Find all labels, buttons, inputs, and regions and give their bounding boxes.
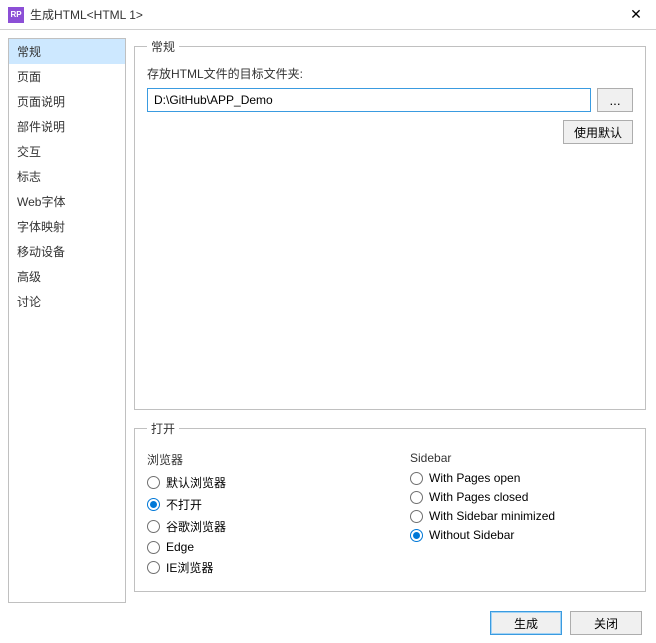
radio-icon bbox=[147, 498, 160, 511]
sidebar-opt-label: With Pages closed bbox=[429, 490, 528, 504]
sidebar-opt-label: Without Sidebar bbox=[429, 528, 514, 542]
sidebar-item-0[interactable]: 常规 bbox=[9, 39, 125, 64]
sidebar-item-1[interactable]: 页面 bbox=[9, 64, 125, 89]
sidebar-item-6[interactable]: Web字体 bbox=[9, 189, 125, 214]
path-label: 存放HTML文件的目标文件夹: bbox=[147, 65, 633, 82]
sidebar-opt-label: With Pages open bbox=[429, 471, 520, 485]
use-default-button[interactable]: 使用默认 bbox=[563, 120, 633, 144]
legend-open: 打开 bbox=[147, 420, 179, 437]
sidebar-opt-option-1[interactable]: With Pages closed bbox=[410, 490, 633, 504]
default-row: 使用默认 bbox=[147, 120, 633, 144]
browser-label: 默认浏览器 bbox=[166, 474, 226, 491]
titlebar: RP 生成HTML<HTML 1> ✕ bbox=[0, 0, 656, 30]
sidebar-opt-option-0[interactable]: With Pages open bbox=[410, 471, 633, 485]
browser-title: 浏览器 bbox=[147, 451, 370, 468]
sidebar-item-3[interactable]: 部件说明 bbox=[9, 114, 125, 139]
app-icon: RP bbox=[8, 7, 24, 23]
radio-icon bbox=[410, 491, 423, 504]
radio-icon bbox=[410, 529, 423, 542]
col-browser: 浏览器 默认浏览器不打开谷歌浏览器 Edge IE浏览器 bbox=[147, 451, 370, 581]
footer: 生成 关闭 bbox=[0, 603, 656, 643]
sidebar-item-8[interactable]: 移动设备 bbox=[9, 239, 125, 264]
radio-icon bbox=[410, 472, 423, 485]
dialog-body: 常规页面页面说明部件说明交互标志Web字体字体映射移动设备高级讨论 常规 存放H… bbox=[0, 30, 656, 603]
browser-label: Edge bbox=[166, 540, 194, 554]
fieldset-open: 打开 浏览器 默认浏览器不打开谷歌浏览器 Edge IE浏览器 Sidebar Wi… bbox=[134, 420, 646, 592]
sidebar-item-10[interactable]: 讨论 bbox=[9, 289, 125, 314]
browser-option-0[interactable]: 默认浏览器 bbox=[147, 474, 370, 491]
sidebar-item-7[interactable]: 字体映射 bbox=[9, 214, 125, 239]
sidebar-item-5[interactable]: 标志 bbox=[9, 164, 125, 189]
browser-label: 不打开 bbox=[166, 496, 202, 513]
path-row: ... bbox=[147, 88, 633, 112]
radio-icon bbox=[410, 510, 423, 523]
fieldset-general: 常规 存放HTML文件的目标文件夹: ... 使用默认 bbox=[134, 38, 646, 410]
legend-general: 常规 bbox=[147, 38, 179, 55]
sidebar-opt-label: With Sidebar minimized bbox=[429, 509, 555, 523]
sidebar-opt-option-2[interactable]: With Sidebar minimized bbox=[410, 509, 633, 523]
radio-icon bbox=[147, 561, 160, 574]
browser-option-1[interactable]: 不打开 bbox=[147, 496, 370, 513]
radio-icon bbox=[147, 541, 160, 554]
sidebar: 常规页面页面说明部件说明交互标志Web字体字体映射移动设备高级讨论 bbox=[8, 38, 126, 603]
browser-option-3[interactable]: Edge bbox=[147, 540, 370, 554]
radio-icon bbox=[147, 476, 160, 489]
browser-label: IE浏览器 bbox=[166, 559, 213, 576]
close-icon[interactable]: ✕ bbox=[624, 6, 648, 23]
radio-icon bbox=[147, 520, 160, 533]
col-sidebar: Sidebar With Pages open With Pages closed… bbox=[410, 451, 633, 581]
generate-button[interactable]: 生成 bbox=[490, 611, 562, 635]
browser-option-4[interactable]: IE浏览器 bbox=[147, 559, 370, 576]
browse-button[interactable]: ... bbox=[597, 88, 633, 112]
main-panel: 常规 存放HTML文件的目标文件夹: ... 使用默认 打开 浏览器 默认浏览器… bbox=[130, 30, 656, 603]
sidebar-item-9[interactable]: 高级 bbox=[9, 264, 125, 289]
path-input[interactable] bbox=[147, 88, 591, 112]
sidebar-item-2[interactable]: 页面说明 bbox=[9, 89, 125, 114]
browser-option-2[interactable]: 谷歌浏览器 bbox=[147, 518, 370, 535]
sidebar-title: Sidebar bbox=[410, 451, 633, 465]
browser-label: 谷歌浏览器 bbox=[166, 518, 226, 535]
window-title: 生成HTML<HTML 1> bbox=[30, 6, 624, 23]
sidebar-item-4[interactable]: 交互 bbox=[9, 139, 125, 164]
open-columns: 浏览器 默认浏览器不打开谷歌浏览器 Edge IE浏览器 Sidebar With … bbox=[147, 451, 633, 581]
sidebar-opt-option-3[interactable]: Without Sidebar bbox=[410, 528, 633, 542]
close-button[interactable]: 关闭 bbox=[570, 611, 642, 635]
